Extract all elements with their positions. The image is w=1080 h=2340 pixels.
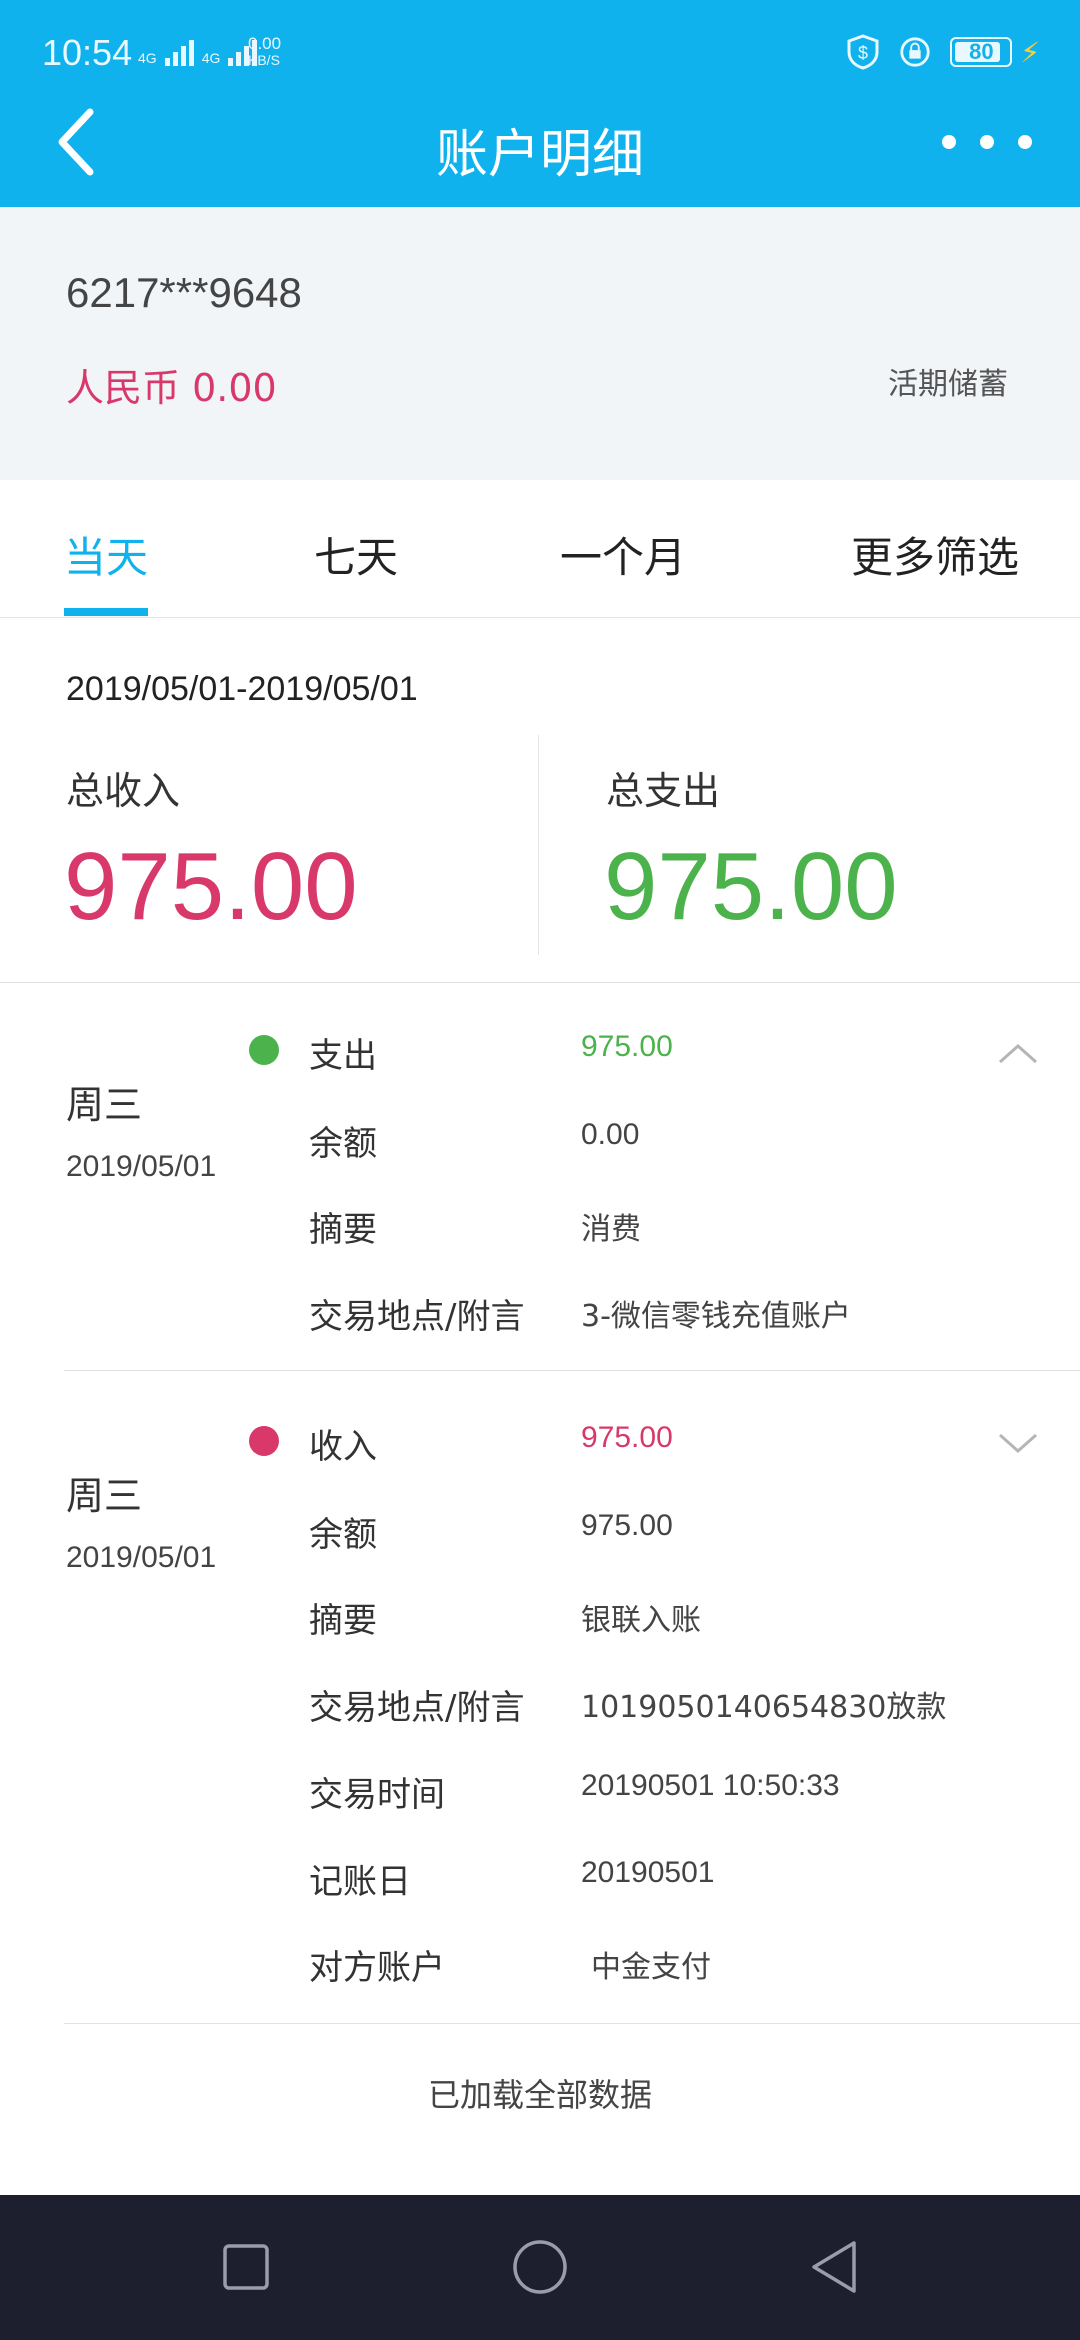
- row-value: 银联入账: [581, 1603, 701, 1638]
- battery-icon: 80: [950, 37, 1013, 67]
- row-label: 余额: [309, 1515, 377, 1555]
- transaction-weekday: 周三: [66, 1083, 143, 1127]
- row-label: 摘要: [309, 1210, 377, 1250]
- row-value: 3-微信零钱充值账户: [581, 1299, 851, 1334]
- row-value: 1019050140654830放款: [581, 1690, 947, 1725]
- shield-dollar-icon: $: [847, 34, 879, 70]
- network-type-1: 4G: [138, 50, 157, 66]
- row-label: 记账日: [309, 1862, 411, 1902]
- summary-divider-line: [0, 982, 1080, 983]
- status-time: 10:54: [42, 32, 133, 73]
- date-range: 2019/05/01-2019/05/01: [66, 670, 418, 708]
- more-dot-icon: [1018, 135, 1032, 149]
- transaction-divider: [64, 1370, 1080, 1371]
- transaction-date: 2019/05/01: [66, 1150, 217, 1183]
- total-expense-label: 总支出: [606, 769, 721, 813]
- account-type: 活期储蓄: [888, 367, 1008, 402]
- account-card: 6217***9648 人民币 0.00 活期储蓄: [0, 207, 1080, 480]
- row-value: 20190501 10:50:33: [581, 1769, 840, 1802]
- transaction-divider: [64, 2023, 1080, 2024]
- signal-icon: [164, 38, 194, 66]
- account-balance: 人民币 0.00: [66, 366, 277, 410]
- row-value: 消费: [581, 1212, 641, 1247]
- account-number: 6217***9648: [66, 269, 302, 316]
- network-indicators: 4G 4G: [138, 38, 258, 66]
- total-income-value: 975.00: [64, 833, 358, 940]
- row-value-amount: 975.00: [581, 1421, 673, 1454]
- row-label: 交易地点/附言: [309, 1688, 525, 1728]
- tab-today[interactable]: 当天: [64, 524, 148, 585]
- row-label: 交易时间: [309, 1775, 445, 1815]
- status-right-icons: $ 80 ⚡: [846, 34, 1040, 70]
- row-label: 摘要: [309, 1601, 377, 1641]
- home-icon[interactable]: [510, 2237, 570, 2297]
- tab-seven-days[interactable]: 七天: [314, 524, 398, 585]
- tab-more-filters[interactable]: 更多筛选: [851, 524, 1019, 585]
- app-header: 10:54 4G 4G 0.00 KB/S $ 80 ⚡ 账户明细: [0, 0, 1080, 207]
- charging-icon: ⚡: [1020, 35, 1040, 69]
- transaction-weekday: 周三: [66, 1474, 143, 1518]
- row-label: 交易地点/附言: [309, 1297, 525, 1337]
- network-speed: 0.00 KB/S: [248, 34, 282, 68]
- network-type-2: 4G: [201, 50, 221, 66]
- total-expense-value: 975.00: [604, 833, 898, 940]
- row-value-amount: 975.00: [581, 1030, 673, 1063]
- row-label: 对方账户: [309, 1948, 445, 1988]
- row-value: 975.00: [581, 1509, 673, 1542]
- total-income-label: 总收入: [66, 769, 181, 813]
- more-options-button[interactable]: [942, 120, 1032, 164]
- row-label: 收入: [309, 1427, 377, 1467]
- row-value: 中金支付: [591, 1950, 711, 1985]
- system-navigation-bar: [0, 2195, 1080, 2340]
- back-nav-icon[interactable]: [804, 2237, 864, 2297]
- transaction-date: 2019/05/01: [66, 1541, 217, 1574]
- tab-one-month[interactable]: 一个月: [560, 524, 686, 585]
- all-data-loaded-text: 已加载全部数据: [427, 2076, 652, 2114]
- more-dot-icon: [942, 135, 956, 149]
- page-title: 账户明细: [435, 125, 644, 185]
- income-dot-icon: [249, 1426, 279, 1456]
- active-tab-indicator: [64, 608, 148, 616]
- battery-level: 80: [969, 39, 994, 64]
- more-dot-icon: [980, 135, 994, 149]
- chevron-down-icon[interactable]: [996, 1431, 1040, 1457]
- summary-divider: [538, 735, 539, 955]
- expense-dot-icon: [249, 1035, 279, 1065]
- row-value: 0.00: [581, 1118, 640, 1151]
- rotation-lock-icon: [900, 37, 930, 67]
- chevron-up-icon[interactable]: [996, 1040, 1040, 1066]
- row-value: 20190501: [581, 1856, 715, 1889]
- row-label: 支出: [309, 1036, 377, 1076]
- row-label: 余额: [309, 1124, 377, 1164]
- svg-text:$: $: [858, 43, 868, 63]
- recent-apps-icon[interactable]: [216, 2237, 276, 2297]
- date-filter-tabs: 当天 七天 一个月 更多筛选: [0, 480, 1080, 618]
